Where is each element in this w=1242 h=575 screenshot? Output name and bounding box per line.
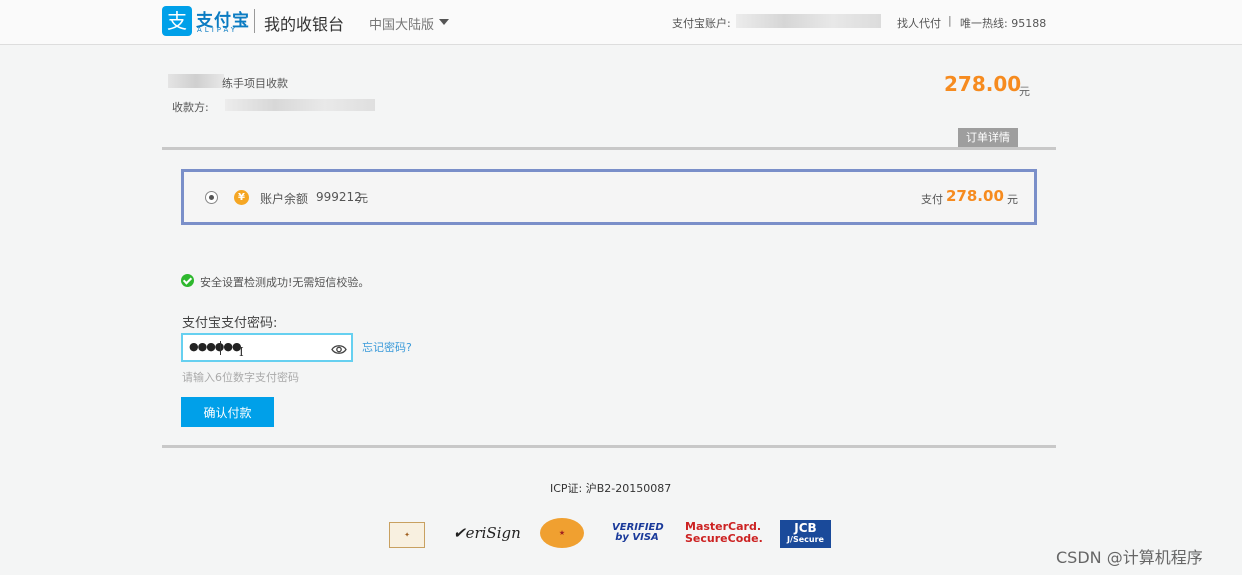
payee-redacted <box>225 99 375 111</box>
pay-label: 支付 <box>921 193 943 206</box>
text-caret <box>220 341 221 355</box>
order-detail-tab[interactable]: 订单详情 <box>958 128 1018 147</box>
password-hint: 请输入6位数字支付密码 <box>182 371 299 384</box>
yuan-coin-icon: ¥ <box>234 190 249 205</box>
eye-icon[interactable] <box>331 344 347 355</box>
mastercard-securecode-logo-icon: MasterCard. SecureCode. <box>685 520 763 545</box>
order-amount: 278.00 <box>944 72 1022 96</box>
caret-down-icon[interactable] <box>439 19 449 25</box>
account-redacted <box>736 14 881 28</box>
region-selector[interactable]: 中国大陆版 <box>369 14 434 33</box>
verified-by-visa-logo-icon: VERIFIED by VISA <box>612 522 664 543</box>
confirm-payment-button[interactable]: 确认付款 <box>181 397 274 427</box>
certificate-logo-icon: ✦ <box>389 522 425 548</box>
password-input[interactable]: ●●●●●● I <box>181 333 353 362</box>
payee-label: 收款方: <box>172 101 209 114</box>
divider-bottom <box>162 445 1056 448</box>
trust-seal-logo-icon: ★ <box>540 518 584 548</box>
password-label: 支付宝支付密码: <box>182 316 278 331</box>
security-message: 安全设置检测成功!无需短信校验。 <box>200 276 370 289</box>
check-circle-icon <box>181 274 194 287</box>
header-divider <box>254 9 255 33</box>
verisign-logo-icon: ✔eriSign <box>453 524 521 542</box>
pay-amount: 278.00 <box>946 187 1004 205</box>
alipay-logo-icon: 支 <box>162 6 192 36</box>
balance-value: 999212 <box>316 190 362 204</box>
balance-label: 账户余额 <box>260 192 309 206</box>
order-title: 练手项目收款 <box>222 77 288 90</box>
top-header: 支 支付宝 ALIPAY 我的收银台 中国大陆版 支付宝账户: 找人代付 | 唯… <box>0 0 1242 45</box>
order-amount-unit: 元 <box>1019 85 1030 98</box>
password-masked-value: ●●●●●● <box>189 340 242 353</box>
order-title-redacted <box>168 74 224 88</box>
balance-unit: 元 <box>357 192 368 205</box>
account-label: 支付宝账户: <box>672 17 731 30</box>
forgot-password-link[interactable]: 忘记密码? <box>362 339 412 355</box>
header-separator: | <box>948 14 952 27</box>
proxy-pay-link[interactable]: 找人代付 <box>897 15 941 31</box>
brand-subtitle: ALIPAY <box>197 26 239 34</box>
balance-radio[interactable] <box>205 191 218 204</box>
divider-top <box>162 147 1056 150</box>
radio-selected-dot <box>209 195 214 200</box>
hotline: 唯一热线: 95188 <box>960 17 1047 30</box>
csdn-watermark: CSDN @计算机程序 <box>1056 548 1203 567</box>
mouse-ibeam-cursor-icon: I <box>239 345 244 359</box>
balance-payment-option[interactable]: ¥ 账户余额 999212 元 支付 278.00 元 <box>181 169 1037 225</box>
jcb-secure-logo-icon: JCB J/Secure <box>780 520 831 548</box>
pay-unit: 元 <box>1007 193 1018 206</box>
icp-license: ICP证: 沪B2-20150087 <box>550 482 672 495</box>
cashier-title: 我的收银台 <box>264 15 345 34</box>
